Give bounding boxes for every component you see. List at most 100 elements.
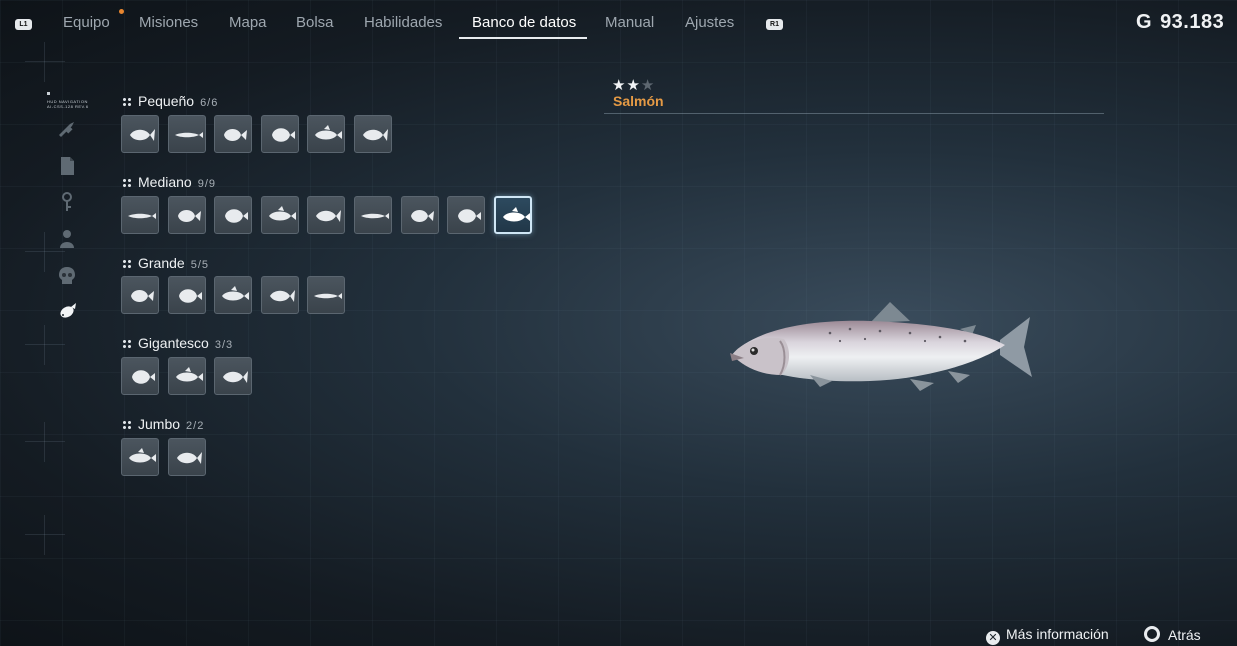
document-icon[interactable] [56,155,78,177]
category-header-pequeno: Pequeño 6/6 [122,93,218,109]
grid-crosshair [25,42,65,82]
fish-silhouette-icon [458,209,481,223]
grid-crosshair [25,422,65,462]
tab-misiones[interactable]: Misiones [139,14,198,31]
fish-slot[interactable] [168,115,206,153]
fish-name: Salmón [613,93,664,109]
category-name: Gigantesco [138,335,209,351]
back-prompt[interactable]: Atrás [1144,626,1201,643]
category-name: Pequeño [138,93,195,109]
fish-slot[interactable] [168,276,206,314]
fish-slot[interactable] [214,115,252,153]
fish-silhouette-icon [223,371,248,383]
category-header-gigantesco: Gigantesco 3/3 [122,335,233,351]
category-header-jumbo: Jumbo 2/2 [122,416,204,432]
fish-silhouette-icon [270,290,295,302]
skull-icon[interactable] [56,265,78,287]
fish-silhouette-icon [178,210,201,222]
category-count: 3/3 [214,339,234,351]
star-empty-icon: ★ [640,77,656,94]
person-icon[interactable] [56,228,78,250]
fish-silhouette-icon [128,213,156,219]
cross-button-icon: ✕ [986,631,1000,645]
currency-value: 93.183 [1160,11,1225,33]
category-name: Jumbo [138,416,181,432]
fish-silhouette-icon [224,129,247,141]
tab-bolsa[interactable]: Bolsa [296,14,334,31]
category-name: Grande [138,255,185,271]
currency-display: G 93.183 [1136,11,1224,34]
fish-silhouette-icon [361,213,389,219]
notification-dot [119,9,124,14]
fish-slot[interactable] [261,196,299,234]
category-count: 6/6 [200,97,219,109]
l1-button[interactable]: L1 [15,19,32,30]
detail-divider [604,113,1104,114]
fish-slot[interactable] [214,357,252,395]
back-label: Atrás [1168,627,1201,643]
currency-symbol: G [1136,11,1153,33]
fish-silhouette-icon [316,210,341,222]
hud-tag: HUD NAVIGATION AI-CSS-128 REV.6 [47,92,107,109]
fish-silhouette-icon [130,129,155,141]
fish-slot[interactable] [354,115,392,153]
category-name: Mediano [138,174,192,190]
more-info-prompt[interactable]: ✕ Más información [986,626,1109,645]
grid-crosshair [25,515,65,555]
tab-ajustes[interactable]: Ajustes [685,14,734,31]
category-count: 5/5 [190,259,209,271]
tab-manual[interactable]: Manual [605,14,654,31]
fish-silhouette-icon [269,206,296,221]
fish-slot[interactable] [307,196,345,234]
fish-slot[interactable] [447,196,485,234]
fish-slot[interactable] [168,357,206,395]
grid-crosshair [25,325,65,365]
category-count: 2/2 [186,420,205,432]
weapon-icon[interactable] [56,118,78,140]
fish-silhouette-icon [176,367,203,382]
fish-icon[interactable] [56,301,78,323]
category-count: 9/9 [197,178,216,190]
fish-slot[interactable] [401,196,439,234]
tab-equipo[interactable]: Equipo [63,14,110,31]
fish-silhouette-icon [222,286,249,301]
fish-silhouette-icon [363,129,388,141]
tab-habilidades[interactable]: Habilidades [364,14,442,31]
fish-slot[interactable] [121,196,159,234]
category-header-mediano: Mediano 9/9 [122,174,216,190]
category-header-grande: Grande 5/5 [122,255,209,271]
fish-silhouette-icon [314,293,342,299]
tab-mapa[interactable]: Mapa [229,14,267,31]
more-info-label: Más información [1006,626,1109,642]
fish-slot[interactable] [214,276,252,314]
fish-silhouette-icon [177,452,202,464]
r1-button[interactable]: R1 [766,19,783,30]
fish-slot[interactable] [214,196,252,234]
fish-silhouette-icon [175,132,203,138]
fish-silhouette-icon [411,210,434,222]
fish-slot[interactable] [261,276,299,314]
top-navigation: L1 Equipo Misiones Mapa Bolsa Habilidade… [0,0,1237,44]
tab-banco-de-datos[interactable]: Banco de datos [472,14,576,31]
fish-slot[interactable] [261,115,299,153]
fish-slot[interactable] [121,276,159,314]
circle-button-icon [1144,626,1160,642]
fish-silhouette-icon [131,290,154,302]
fish-slot[interactable] [494,196,532,234]
fish-silhouette-icon [179,289,202,303]
fish-slot[interactable] [121,438,159,476]
fish-slot[interactable] [121,357,159,395]
fish-slot[interactable] [168,196,206,234]
fish-silhouette-icon [272,128,295,142]
fish-slot[interactable] [307,115,345,153]
fish-silhouette-icon [129,448,156,463]
fish-silhouette-icon [225,209,248,223]
fish-silhouette-icon [503,207,530,222]
salmon-illustration [730,302,1032,391]
key-icon[interactable] [56,191,78,213]
fish-silhouette-icon [315,125,342,140]
fish-slot[interactable] [307,276,345,314]
fish-slot[interactable] [121,115,159,153]
fish-slot[interactable] [354,196,392,234]
fish-slot[interactable] [168,438,206,476]
